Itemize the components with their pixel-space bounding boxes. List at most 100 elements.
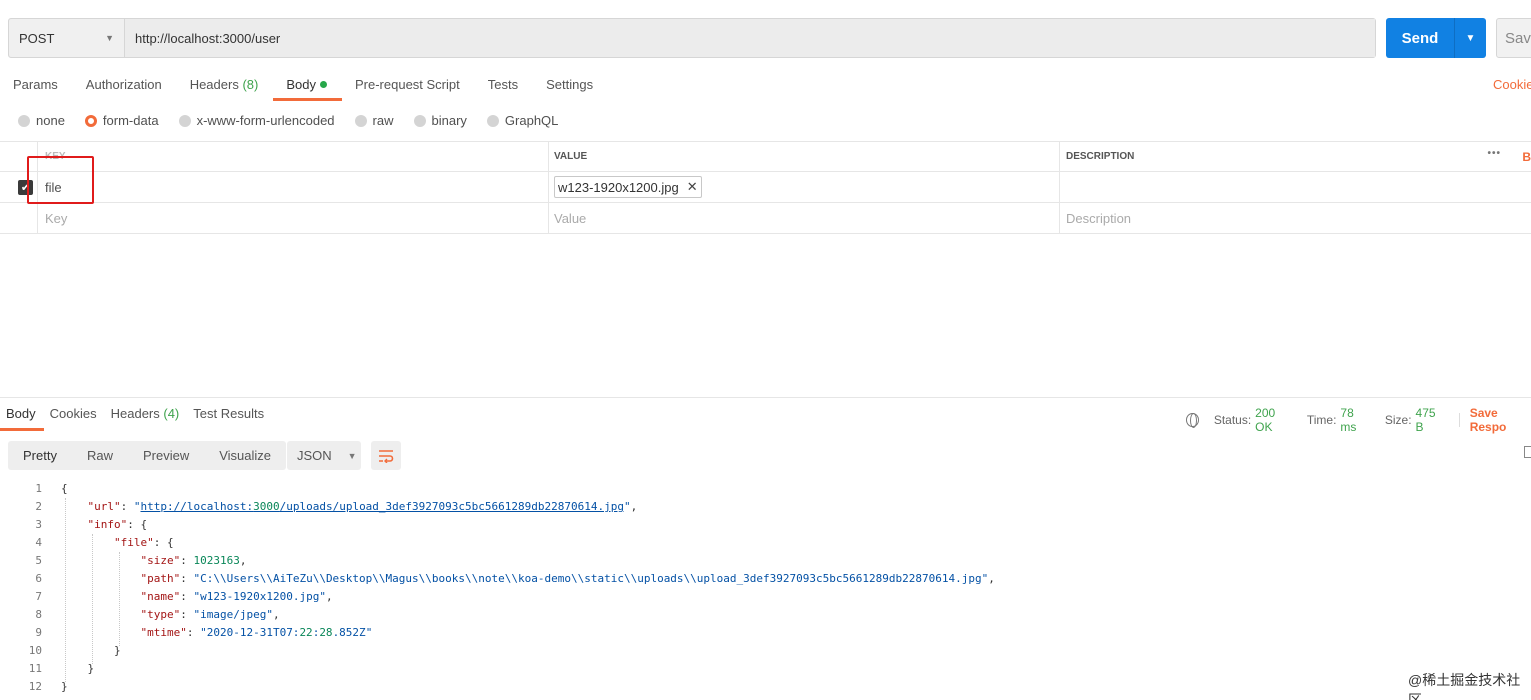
code-text: "type": "image/jpeg", — [140, 608, 280, 621]
bulk-edit-link[interactable]: B — [1522, 150, 1531, 164]
code-lines: 1{2 "url": "http://localhost:3000/upload… — [0, 480, 1531, 696]
save-button[interactable]: Save — [1496, 18, 1531, 58]
wrap-icon — [379, 449, 394, 463]
radio-urlencoded[interactable]: x-www-form-urlencoded — [178, 113, 335, 128]
view-mode-bar: Pretty Raw Preview Visualize — [8, 441, 287, 470]
view-raw-button[interactable]: Raw — [72, 441, 128, 470]
code-text: } — [61, 680, 68, 693]
method-select[interactable]: POST ▼ — [9, 19, 125, 57]
view-preview-button[interactable]: Preview — [128, 441, 204, 470]
resp-tab-body[interactable]: Body — [0, 404, 44, 431]
code-text: } — [61, 662, 95, 675]
radio-icon — [178, 114, 191, 127]
tab-label: Cookies — [49, 406, 97, 421]
request-tabs: Params Authorization Headers (8) Body Pr… — [0, 70, 608, 101]
remove-file-icon[interactable]: ✕ — [687, 179, 698, 195]
cookies-link[interactable]: Cookie — [1493, 77, 1531, 92]
resp-tab-test-results[interactable]: Test Results — [187, 404, 272, 430]
send-label: Send — [1401, 29, 1439, 47]
status-value[interactable]: 200 OK — [1255, 406, 1292, 434]
line-number: 2 — [35, 500, 42, 513]
request-bar: POST ▼ http://localhost:3000/user — [8, 18, 1376, 58]
size-label: Size: — [1384, 413, 1412, 427]
value-input[interactable]: Value — [549, 203, 1060, 233]
tab-headers[interactable]: Headers (8) — [177, 70, 274, 100]
tab-label: Params — [13, 77, 58, 92]
radio-label: none — [36, 113, 65, 128]
code-text: "path": "C:\\Users\\AiTeZu\\Desktop\\Mag… — [140, 572, 995, 585]
radio-none[interactable]: none — [18, 113, 65, 128]
radio-icon — [354, 114, 367, 127]
tab-pre-request-script[interactable]: Pre-request Script — [342, 70, 475, 100]
radio-label: x-www-form-urlencoded — [196, 113, 335, 128]
radio-icon — [413, 114, 426, 127]
form-data-table: KEY VALUE DESCRIPTION ••• B ✔ file w123-… — [0, 141, 1531, 234]
copy-icon[interactable] — [1524, 446, 1531, 458]
code-line: 6 "path": "C:\\Users\\AiTeZu\\Desktop\\M… — [0, 570, 1531, 588]
response-tabs: Body Cookies Headers (4) Test Results — [0, 404, 272, 431]
description-field[interactable] — [1060, 172, 1531, 202]
code-text: "file": { — [113, 536, 174, 549]
header-key: KEY — [38, 142, 549, 171]
size-value[interactable]: 475 B — [1416, 406, 1444, 434]
line-number: 4 — [35, 536, 42, 549]
code-text: "size": 1023163, — [140, 554, 247, 567]
key-field[interactable]: file — [38, 172, 549, 202]
radio-binary[interactable]: binary — [413, 113, 467, 128]
line-number: 5 — [35, 554, 42, 567]
tab-body[interactable]: Body — [273, 70, 342, 101]
header-value: VALUE — [549, 142, 1060, 171]
tab-authorization[interactable]: Authorization — [73, 70, 177, 100]
tab-label: Headers — [189, 77, 239, 92]
resp-tab-headers[interactable]: Headers (4) — [105, 404, 188, 430]
line-number: 11 — [28, 662, 42, 675]
code-line: 3 "info": { — [0, 516, 1531, 534]
tab-label: Pre-request Script — [354, 77, 460, 92]
view-visualize-button[interactable]: Visualize — [204, 441, 286, 470]
globe-icon[interactable] — [1186, 413, 1199, 428]
code-text: { — [61, 482, 68, 495]
line-number: 8 — [35, 608, 42, 621]
radio-label: form-data — [102, 113, 159, 128]
send-options-chevron-icon[interactable]: ▼ — [1454, 18, 1486, 58]
resp-tab-cookies[interactable]: Cookies — [44, 404, 105, 430]
description-input[interactable]: Description — [1060, 203, 1531, 233]
wrap-lines-button[interactable] — [371, 441, 401, 470]
url-input[interactable]: http://localhost:3000/user — [125, 19, 1375, 57]
save-response-button[interactable]: Save Respo — [1470, 406, 1531, 434]
line-number: 12 — [28, 680, 42, 693]
table-row: ✔ file w123-1920x1200.jpg ✕ — [0, 172, 1531, 203]
radio-icon — [18, 114, 30, 127]
table-header-row: KEY VALUE DESCRIPTION ••• B — [0, 141, 1531, 172]
key-input[interactable]: Key — [38, 203, 549, 233]
radio-label: binary — [431, 113, 467, 128]
tab-count: (8) — [242, 77, 259, 92]
radio-selected-icon — [84, 114, 97, 127]
view-pretty-button[interactable]: Pretty — [8, 441, 72, 470]
method-label: POST — [19, 30, 55, 46]
line-number: 1 — [35, 482, 42, 495]
header-description-label: DESCRIPTION — [1066, 151, 1135, 162]
code-line: 12} — [0, 678, 1531, 696]
radio-form-data[interactable]: form-data — [84, 113, 159, 128]
tab-label: Body — [286, 77, 316, 92]
line-number: 10 — [28, 644, 42, 657]
annotation-highlight-box — [27, 156, 94, 204]
response-code-view: 1{2 "url": "http://localhost:3000/upload… — [0, 480, 1531, 696]
tab-params[interactable]: Params — [0, 70, 73, 100]
format-select[interactable]: JSON ▼ — [287, 441, 361, 470]
divider — [1458, 413, 1460, 427]
active-dot-icon — [319, 81, 327, 88]
send-button[interactable]: Send ▼ — [1386, 18, 1486, 58]
format-label: JSON — [297, 448, 332, 463]
code-line: 10 } — [0, 642, 1531, 660]
tab-label: Settings — [546, 77, 594, 92]
chevron-down-icon: ▼ — [105, 33, 114, 43]
line-number: 3 — [35, 518, 42, 531]
more-icon[interactable]: ••• — [1487, 148, 1501, 159]
tab-tests[interactable]: Tests — [475, 70, 533, 100]
tab-settings[interactable]: Settings — [533, 70, 608, 100]
radio-graphql[interactable]: GraphQL — [486, 113, 558, 128]
radio-raw[interactable]: raw — [354, 113, 394, 128]
time-value[interactable]: 78 ms — [1340, 406, 1369, 434]
